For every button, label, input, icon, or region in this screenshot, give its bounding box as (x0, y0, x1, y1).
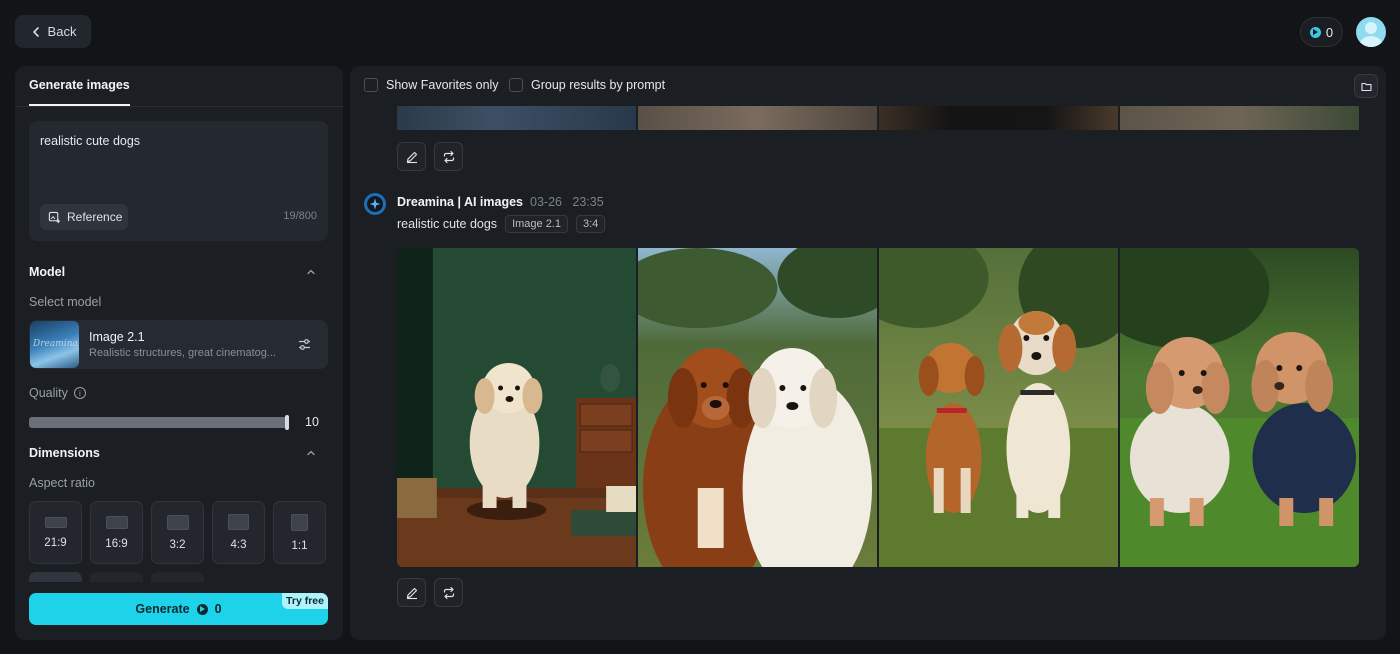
aspect-ratio-options-overflow (29, 572, 204, 582)
result-image[interactable] (397, 248, 636, 567)
dimensions-section-title: Dimensions (29, 446, 100, 460)
ratio-option[interactable] (151, 572, 204, 582)
results-panel: Show Favorites only Group results by pro… (350, 66, 1386, 640)
group-checkbox[interactable] (509, 78, 523, 92)
generation-header: Dreamina | AI images 03-26 23:35 (397, 195, 604, 209)
folder-button[interactable] (1354, 74, 1378, 98)
ratio-option-21-9[interactable]: 21:9 (29, 501, 82, 564)
image-add-icon (48, 211, 61, 223)
ratio-shape-icon (291, 513, 308, 531)
back-label: Back (47, 24, 77, 39)
model-thumb-text: Dreamina (33, 339, 78, 349)
quality-slider[interactable] (29, 415, 289, 430)
ratio-label: 1:1 (291, 539, 308, 552)
ratio-option-16-9[interactable]: 16:9 (90, 501, 143, 564)
quality-slider-handle[interactable] (285, 415, 289, 430)
prompt-input[interactable]: realistic cute dogs Reference 19/800 (29, 121, 328, 241)
quality-value: 10 (305, 415, 319, 429)
ratio-option[interactable] (29, 572, 82, 582)
ratio-tag: 3:4 (575, 215, 606, 233)
sliders-icon[interactable] (297, 337, 312, 352)
reference-label: Reference (67, 210, 123, 224)
ratio-label: 16:9 (105, 537, 128, 550)
ratio-option-3-2[interactable]: 3:2 (151, 501, 204, 564)
edit-prompt-button[interactable] (397, 578, 426, 607)
ratio-option-4-3[interactable]: 4:3 (212, 501, 265, 564)
tab-generate-images[interactable]: Generate images (29, 66, 130, 106)
repeat-icon (443, 150, 454, 163)
generation-prompt[interactable]: realistic cute dogs (397, 217, 497, 231)
edit-prompt-button[interactable] (397, 142, 426, 171)
select-model-label: Select model (29, 295, 102, 309)
group-label: Group results by prompt (531, 78, 666, 92)
quality-label: Quality i (29, 386, 86, 400)
result-image[interactable] (638, 248, 877, 567)
generation-timestamp: 03-26 23:35 (530, 195, 604, 209)
credits-badge[interactable]: 0 (1300, 17, 1343, 47)
model-section-title: Model (29, 265, 66, 279)
avatar[interactable] (1356, 17, 1386, 47)
repeat-icon (443, 586, 454, 599)
generation-author: Dreamina | AI images (397, 195, 524, 209)
ratio-shape-icon (166, 514, 189, 530)
aspect-ratio-options: 21:9 16:9 3:2 4:3 1:1 (29, 501, 326, 564)
aspect-ratio-label: Aspect ratio (29, 476, 96, 490)
prompt-text[interactable]: realistic cute dogs (40, 134, 140, 148)
group-filter[interactable]: Group results by prompt (509, 78, 665, 92)
dreamina-logo-icon (364, 193, 386, 215)
ratio-label: 4:3 (230, 539, 247, 551)
favorites-checkbox[interactable] (364, 78, 378, 92)
model-description: Realistic structures, great cinematog... (89, 347, 277, 359)
folder-icon (1360, 82, 1372, 91)
quality-label-text: Quality (29, 386, 68, 400)
result-image[interactable] (1120, 106, 1359, 130)
regenerate-button[interactable] (434, 578, 463, 607)
model-selector[interactable]: Dreamina Image 2.1 Realistic structures,… (29, 320, 328, 369)
ratio-shape-icon (228, 514, 249, 530)
reference-button[interactable]: Reference (40, 204, 128, 230)
chevron-up-icon[interactable] (305, 266, 317, 278)
chevron-up-icon[interactable] (305, 447, 317, 459)
generate-label: Generate (135, 602, 190, 616)
result-image[interactable] (879, 106, 1118, 130)
ratio-label: 21:9 (44, 536, 67, 549)
result-image[interactable] (638, 106, 877, 130)
credits-count: 0 (1325, 24, 1334, 40)
pencil-icon (406, 587, 417, 599)
generate-cost: 0 (214, 602, 222, 616)
top-bar: Back 0 (0, 0, 1400, 64)
result-image-grid (397, 248, 1359, 567)
ratio-shape-icon (105, 515, 128, 529)
generate-button[interactable]: Generate 0 Try free (29, 593, 328, 625)
results-toolbar: Show Favorites only Group results by pro… (350, 66, 1386, 106)
credit-coin-icon (196, 603, 208, 615)
back-button[interactable]: Back (15, 15, 91, 48)
credit-coin-icon (1309, 26, 1321, 38)
model-name: Image 2.1 (89, 330, 145, 344)
ratio-option-1-1[interactable]: 1:1 (273, 501, 326, 564)
try-free-badge: Try free (282, 593, 328, 609)
char-count: 19/800 (283, 210, 317, 222)
panel-tabbar: Generate images (15, 66, 343, 107)
quality-slider-fill (29, 417, 289, 428)
previous-result-images (397, 106, 1359, 130)
model-tag: Image 2.1 (505, 215, 568, 233)
ratio-option[interactable] (90, 572, 143, 582)
chevron-left-icon (32, 26, 39, 37)
generation-meta: realistic cute dogs Image 2.1 3:4 (397, 215, 606, 233)
favorites-label: Show Favorites only (386, 78, 499, 92)
pencil-icon (406, 151, 417, 163)
generate-panel: Generate images realistic cute dogs Refe… (15, 66, 343, 640)
info-icon[interactable]: i (73, 387, 86, 399)
ratio-label: 3:2 (169, 538, 186, 551)
model-thumbnail: Dreamina (30, 321, 79, 368)
favorites-filter[interactable]: Show Favorites only (364, 78, 499, 92)
result-image[interactable] (1120, 248, 1359, 567)
ratio-shape-icon (44, 516, 67, 528)
regenerate-button[interactable] (434, 142, 463, 171)
result-image[interactable] (397, 106, 636, 130)
result-image[interactable] (879, 248, 1118, 567)
